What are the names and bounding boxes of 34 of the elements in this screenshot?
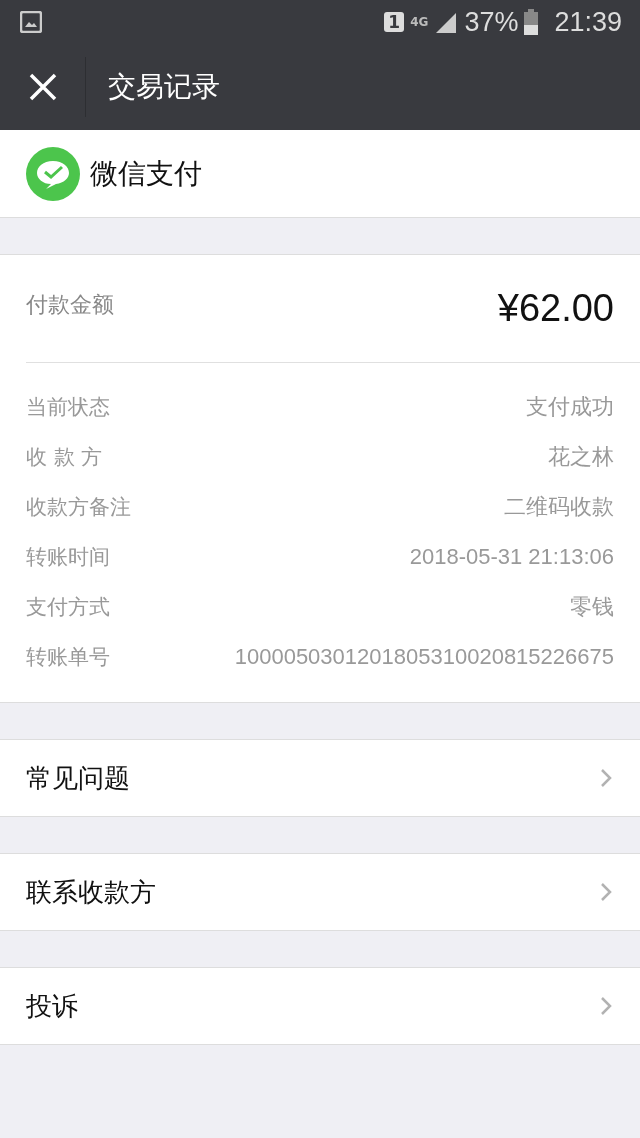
detail-label: 支付方式 xyxy=(26,594,110,621)
detail-label: 转账单号 xyxy=(26,644,110,671)
merchant-name: 微信支付 xyxy=(90,155,202,192)
signal-icon xyxy=(434,11,459,33)
network-label: 4G xyxy=(410,15,429,29)
menu-label: 常见问题 xyxy=(26,761,130,795)
detail-value: 2018-05-31 21:13:06 xyxy=(409,544,614,570)
menu-item[interactable]: 投诉 xyxy=(0,967,640,1045)
clock: 21:39 xyxy=(554,6,622,38)
menu-label: 投诉 xyxy=(26,989,78,1023)
page-title: 交易记录 xyxy=(108,69,220,105)
detail-value: 花之林 xyxy=(548,443,614,471)
close-icon xyxy=(27,72,58,102)
amount-value: ¥62.00 xyxy=(497,287,614,330)
image-icon xyxy=(20,11,42,33)
detail-label: 转账时间 xyxy=(26,544,110,571)
detail-label: 当前状态 xyxy=(26,394,110,421)
chevron-icon xyxy=(600,768,612,788)
detail-value: 零钱 xyxy=(570,593,614,621)
chat-bubble-icon xyxy=(26,146,80,201)
amount-label: 付款金额 xyxy=(26,290,114,319)
detail-label: 收 款 方 xyxy=(26,444,103,471)
menu-item[interactable]: 联系收款方 xyxy=(0,853,640,931)
chevron-icon xyxy=(600,996,612,1016)
detail-value: 支付成功 xyxy=(526,393,614,421)
detail-value: 1000050301201805310020815226675 xyxy=(234,644,614,670)
sim-badge: 1 xyxy=(384,12,405,32)
battery-icon xyxy=(524,9,539,35)
detail-label: 收款方备注 xyxy=(26,494,131,521)
battery-percent: 37% xyxy=(464,6,519,38)
detail-value: 二维码收款 xyxy=(504,493,614,521)
chevron-icon xyxy=(600,882,612,902)
menu-label: 联系收款方 xyxy=(26,875,156,909)
menu-item[interactable]: 常见问题 xyxy=(0,739,640,817)
